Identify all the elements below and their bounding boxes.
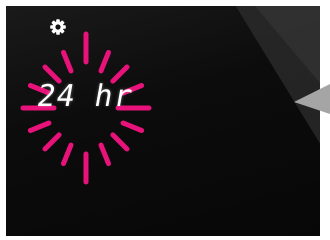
sunburst-ray-4 — [98, 142, 111, 167]
sunburst-ray-8 — [27, 120, 52, 133]
sunburst-ray-7 — [42, 132, 62, 152]
time-format-label[interactable]: 24 hr — [31, 77, 138, 117]
sunburst-ray-3 — [110, 132, 130, 152]
pointer-arrow-icon[interactable] — [292, 80, 330, 118]
sunburst-ray-2 — [120, 120, 145, 133]
device-display: 24 hr — [0, 0, 330, 240]
sunburst-ray-14 — [98, 49, 111, 74]
sunburst-ray-6 — [61, 142, 74, 167]
sunburst-ray-12 — [61, 49, 74, 74]
